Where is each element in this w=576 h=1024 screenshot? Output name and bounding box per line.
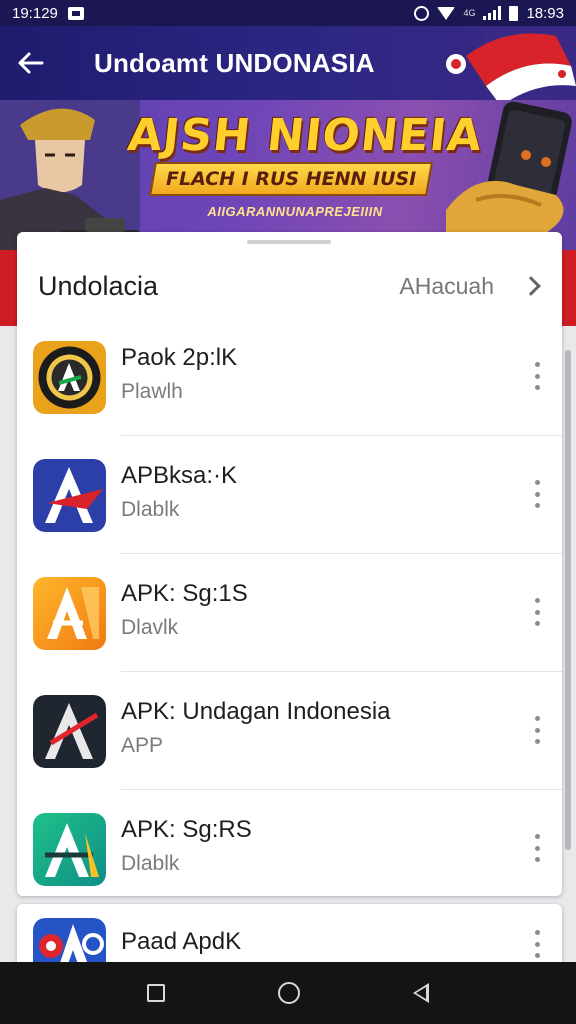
card-header[interactable]: Undolacia AHacuah <box>17 254 562 318</box>
system-nav-bar <box>0 962 576 1024</box>
app-name: Paad ApdK <box>121 928 242 955</box>
system-back-button[interactable] <box>413 983 430 1003</box>
banner-ribbon: FLACH I RUS HENN IUSI <box>149 162 433 196</box>
card-title: Undolacia <box>38 270 159 301</box>
more-options-icon[interactable] <box>534 480 540 508</box>
warrior-character-icon <box>0 100 140 250</box>
apk-dark-icon <box>33 694 106 768</box>
app-list-item[interactable]: APK: Undagan Indonesia APP <box>17 672 562 790</box>
app-list-item[interactable]: APK: Sg:RS Dlablk <box>17 790 562 896</box>
back-button[interactable] <box>0 26 60 100</box>
app-subtitle: APP <box>121 734 164 757</box>
apk-orange-icon <box>33 576 106 650</box>
phone-hand-icon <box>446 101 572 250</box>
arrow-left-icon <box>18 52 44 74</box>
app-bar: Undoamt UNDONASIA <box>0 26 576 100</box>
home-button[interactable] <box>277 982 300 1004</box>
apk-emblem-icon <box>33 340 106 414</box>
status-time-left: 19:129 <box>12 4 58 22</box>
wifi-icon <box>437 6 456 20</box>
more-options-icon[interactable] <box>534 834 540 862</box>
app-name: APK: Undagan Indonesia <box>121 698 391 725</box>
network-type: 4G <box>463 8 476 18</box>
battery-icon <box>509 5 519 21</box>
banner-subline: AIIGARANNUNAPREJEIIIN <box>207 204 383 219</box>
app-list: Paok 2p:lK Plawlh APBksa:·K Dlablk APK: … <box>17 318 562 896</box>
status-time-right: 18:93 <box>526 4 564 22</box>
see-all-link[interactable]: AHacuah <box>399 273 494 300</box>
more-options-icon[interactable] <box>534 598 540 626</box>
banner-ribbon-text: FLACH I RUS HENN IUSI <box>165 168 417 190</box>
app-list-item[interactable]: APBksa:·K Dlablk <box>17 436 562 554</box>
banner-headline: AJSH NIONEIA <box>125 110 485 161</box>
recents-button[interactable] <box>146 984 165 1002</box>
app-subtitle: Dlablk <box>121 852 180 875</box>
app-list-card: Undolacia AHacuah Paok 2p:lK Plawlh APBk… <box>17 232 562 896</box>
apk-teal-icon <box>33 812 106 886</box>
chevron-right-icon[interactable] <box>521 276 541 296</box>
app-name: APK: Sg:RS <box>121 816 252 843</box>
app-subtitle: Plawlh <box>121 380 183 403</box>
signal-icon <box>483 6 502 20</box>
app-list-item[interactable]: Paok 2p:lK Plawlh <box>17 318 562 436</box>
page-title: Undoamt UNDONASIA <box>94 47 375 78</box>
drag-handle[interactable] <box>247 240 331 244</box>
app-list-item[interactable]: APK: Sg:1S Dlavlk <box>17 554 562 672</box>
promo-banner[interactable]: AJSH NIONEIA FLACH I RUS HENN IUSI AIIGA… <box>0 100 576 250</box>
apk-blue-icon <box>33 458 106 532</box>
app-name: Paok 2p:lK <box>121 344 238 371</box>
more-options-icon[interactable] <box>534 930 540 958</box>
app-name: APBksa:·K <box>121 462 238 489</box>
alarm-icon <box>414 5 430 21</box>
app-subtitle: Dlavlk <box>121 616 179 639</box>
scrollbar[interactable] <box>565 350 571 850</box>
more-options-icon[interactable] <box>534 362 540 390</box>
app-subtitle: Dlablk <box>121 498 180 521</box>
notification-icon <box>67 6 84 20</box>
app-name: APK: Sg:1S <box>121 580 248 607</box>
more-options-icon[interactable] <box>534 716 540 744</box>
indonesia-flag-icon <box>446 26 576 100</box>
status-bar: 19:129 4G 18:93 <box>0 0 576 26</box>
